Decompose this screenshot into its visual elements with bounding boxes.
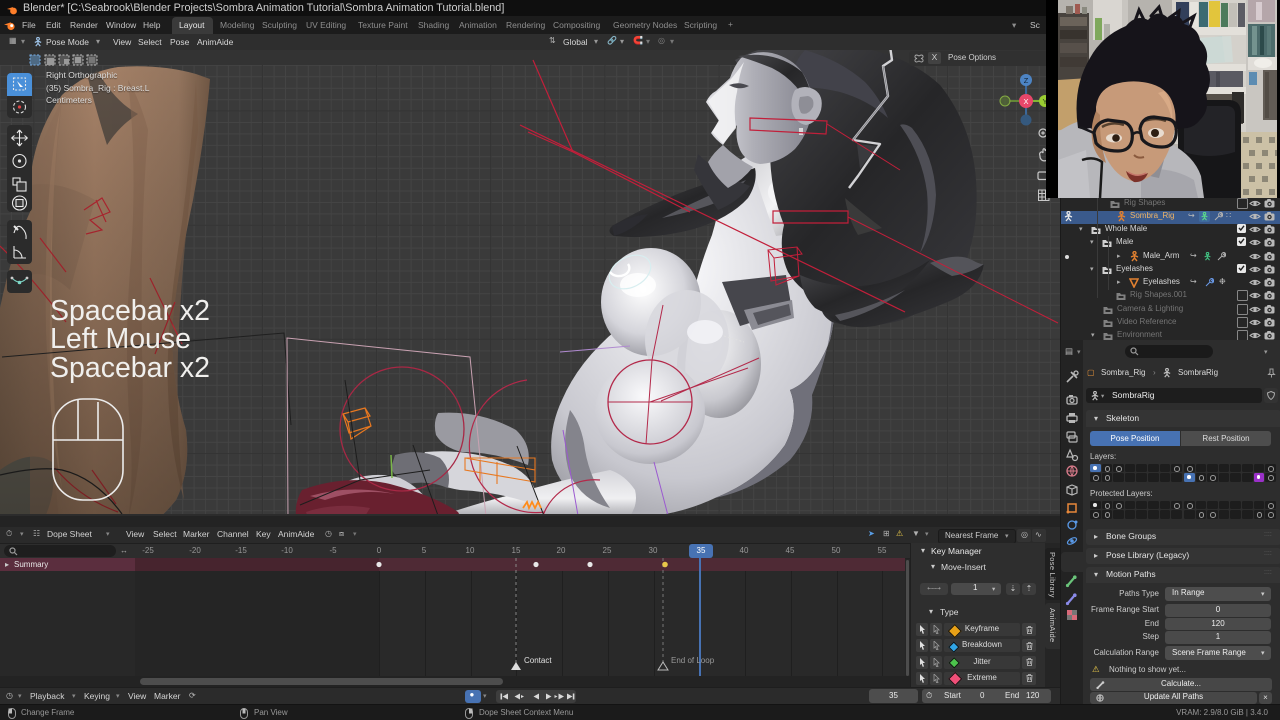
svg-text:X: X [1023,97,1028,106]
svg-text:Z: Z [1024,76,1029,85]
